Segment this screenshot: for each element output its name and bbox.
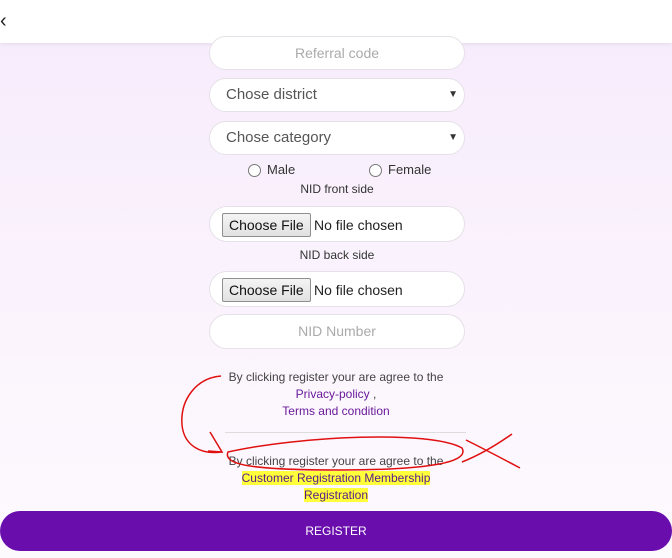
nid-front-label: NID front side: [300, 182, 374, 196]
female-radio[interactable]: [369, 164, 382, 178]
category-select[interactable]: Chose category ▼: [209, 121, 465, 155]
choose-file-button[interactable]: Choose File: [222, 213, 311, 237]
male-radio[interactable]: [248, 164, 261, 178]
register-button[interactable]: REGISTER: [0, 511, 672, 551]
divider: [225, 432, 466, 433]
gender-female-option[interactable]: Female: [369, 162, 432, 178]
separator: ,: [369, 387, 377, 401]
referral-code-input[interactable]: Referral code: [209, 36, 465, 70]
annotation-cross-1: [465, 439, 521, 469]
annotation-arrow-head: [207, 431, 224, 453]
agreement-text: By clicking register your are agree to t…: [228, 454, 444, 468]
agreement-block-2: By clicking register your are agree to t…: [200, 453, 472, 504]
choose-file-button[interactable]: Choose File: [222, 278, 311, 302]
gender-male-option[interactable]: Male: [248, 162, 296, 178]
file-status: No file chosen: [314, 217, 403, 233]
district-select[interactable]: Chose district ▼: [209, 78, 465, 112]
dropdown-arrow-icon: ▼: [448, 89, 458, 100]
terms-link[interactable]: Terms and condition: [282, 404, 389, 418]
chevron-left-icon[interactable]: ‹: [0, 10, 14, 32]
female-label: Female: [388, 162, 432, 177]
privacy-policy-link[interactable]: Privacy-policy: [296, 387, 370, 401]
registration-link[interactable]: Registration: [303, 488, 369, 502]
agreement-text: By clicking register your are agree to t…: [228, 370, 444, 384]
male-label: Male: [267, 162, 296, 177]
customer-registration-link[interactable]: Customer Registration Membership: [241, 471, 431, 485]
file-status: No file chosen: [314, 282, 403, 298]
nid-number-input[interactable]: NID Number: [209, 314, 465, 349]
nid-back-label: NID back side: [299, 248, 375, 262]
district-select-value: Chose district: [226, 86, 317, 103]
agreement-block-1: By clicking register your are agree to t…: [200, 369, 472, 420]
dropdown-arrow-icon: ▼: [448, 132, 458, 143]
category-select-value: Chose category: [226, 129, 332, 146]
nid-front-file-input[interactable]: Choose File No file chosen: [209, 206, 465, 242]
nid-back-file-input[interactable]: Choose File No file chosen: [209, 271, 465, 307]
